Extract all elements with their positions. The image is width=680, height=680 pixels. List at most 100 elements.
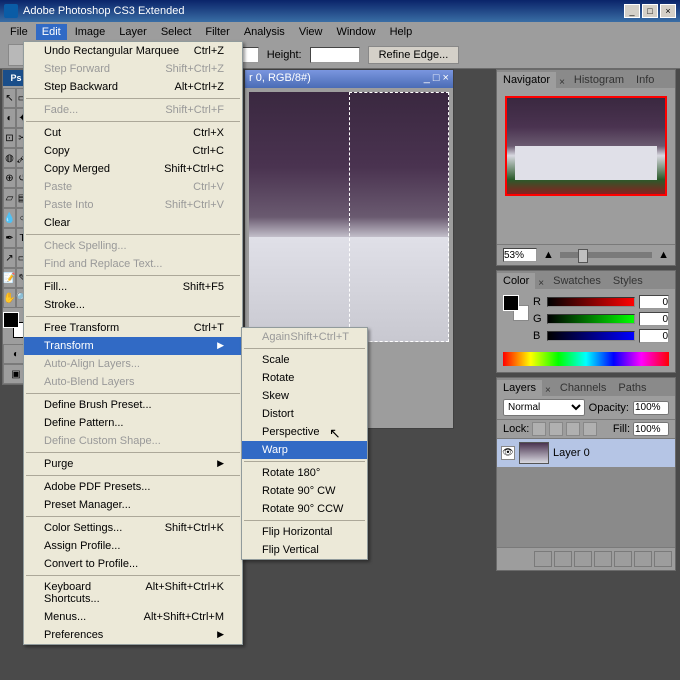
mi-auto-align[interactable]: Auto-Align Layers... [24,355,242,373]
hand-tool[interactable]: ✋ [3,288,16,308]
g-input[interactable] [639,312,669,326]
blur-tool[interactable]: 💧 [3,208,16,228]
mi-pdf-presets[interactable]: Adobe PDF Presets... [24,478,242,496]
doc-controls[interactable]: _ □ × [424,72,449,86]
lock-trans-icon[interactable] [532,422,546,436]
trash-icon[interactable] [654,551,672,567]
layer-thumbnail[interactable] [519,442,549,464]
stamp-tool[interactable]: ⊕ [3,168,16,188]
crop-tool[interactable]: ⊡ [3,128,16,148]
mi-clear[interactable]: Clear [24,214,242,232]
r-input[interactable] [639,295,669,309]
mi-undo[interactable]: Undo Rectangular MarqueeCtrl+Z [24,42,242,60]
menu-window[interactable]: Window [330,24,381,40]
blend-mode-select[interactable]: Normal [503,399,585,416]
mi-preset-manager[interactable]: Preset Manager... [24,496,242,514]
spectrum-bar[interactable] [503,352,669,366]
mi-copy[interactable]: CopyCtrl+C [24,142,242,160]
lock-pixels-icon[interactable] [549,422,563,436]
tab-paths[interactable]: Paths [612,380,652,396]
r-slider[interactable] [547,297,635,307]
mi-preferences[interactable]: Preferences▶ [24,626,242,644]
g-slider[interactable] [547,314,635,324]
tab-histogram[interactable]: Histogram [568,72,630,88]
mi-purge[interactable]: Purge▶ [24,455,242,473]
mi-cut[interactable]: CutCtrl+X [24,124,242,142]
smi-perspective[interactable]: Perspective [242,423,367,441]
adjustment-icon[interactable] [594,551,612,567]
mask-icon[interactable] [574,551,592,567]
lock-all-icon[interactable] [583,422,597,436]
mi-define-shape[interactable]: Define Custom Shape... [24,432,242,450]
mi-auto-blend[interactable]: Auto-Blend Layers [24,373,242,391]
lock-pos-icon[interactable] [566,422,580,436]
mi-copy-merged[interactable]: Copy MergedShift+Ctrl+C [24,160,242,178]
move-tool[interactable]: ↖ [3,88,16,108]
tab-channels[interactable]: Channels [554,380,612,396]
smi-rotate[interactable]: Rotate [242,369,367,387]
smi-flip-h[interactable]: Flip Horizontal [242,523,367,541]
mi-convert-profile[interactable]: Convert to Profile... [24,555,242,573]
visibility-icon[interactable]: 👁 [501,446,515,460]
close-button[interactable]: × [660,4,676,18]
maximize-button[interactable]: □ [642,4,658,18]
mi-color-settings[interactable]: Color Settings...Shift+Ctrl+K [24,519,242,537]
mi-define-brush[interactable]: Define Brush Preset... [24,396,242,414]
b-slider[interactable] [547,331,635,341]
lasso-tool[interactable]: ◐ [3,108,16,128]
tab-color[interactable]: Color [497,273,535,289]
mi-find[interactable]: Find and Replace Text... [24,255,242,273]
smi-flip-v[interactable]: Flip Vertical [242,541,367,559]
tab-info[interactable]: Info [630,72,660,88]
fx-icon[interactable] [554,551,572,567]
mi-paste[interactable]: PasteCtrl+V [24,178,242,196]
notes-tool[interactable]: 📝 [3,268,16,288]
layer-name[interactable]: Layer 0 [553,447,590,459]
smi-rotate-90ccw[interactable]: Rotate 90° CCW [242,500,367,518]
zoom-in-icon[interactable]: ▲ [658,249,669,261]
menu-analysis[interactable]: Analysis [238,24,291,40]
b-input[interactable] [639,329,669,343]
mi-define-pattern[interactable]: Define Pattern... [24,414,242,432]
tab-navigator[interactable]: Navigator [497,72,556,88]
smi-warp[interactable]: Warp [242,441,367,459]
zoom-input[interactable] [503,248,537,262]
mi-menus[interactable]: Menus...Alt+Shift+Ctrl+M [24,608,242,626]
mi-step-forward[interactable]: Step ForwardShift+Ctrl+Z [24,60,242,78]
menu-image[interactable]: Image [69,24,112,40]
mi-keyboard-shortcuts[interactable]: Keyboard Shortcuts...Alt+Shift+Ctrl+K [24,578,242,608]
pen-tool[interactable]: ✒ [3,228,16,248]
mi-step-backward[interactable]: Step BackwardAlt+Ctrl+Z [24,78,242,96]
menu-layer[interactable]: Layer [113,24,153,40]
link-icon[interactable] [534,551,552,567]
mi-free-transform[interactable]: Free TransformCtrl+T [24,319,242,337]
minimize-button[interactable]: _ [624,4,640,18]
fill-input[interactable] [633,422,669,436]
heal-tool[interactable]: ◍ [3,148,16,168]
tab-swatches[interactable]: Swatches [547,273,607,289]
navigator-thumbnail[interactable] [505,96,667,196]
menu-view[interactable]: View [293,24,329,40]
mi-fill[interactable]: Fill...Shift+F5 [24,278,242,296]
smi-rotate-90cw[interactable]: Rotate 90° CW [242,482,367,500]
menu-file[interactable]: File [4,24,34,40]
smi-scale[interactable]: Scale [242,351,367,369]
smi-rotate-180[interactable]: Rotate 180° [242,464,367,482]
eraser-tool[interactable]: ▱ [3,188,16,208]
path-tool[interactable]: ↗ [3,248,16,268]
mi-fade[interactable]: Fade...Shift+Ctrl+F [24,101,242,119]
menu-filter[interactable]: Filter [199,24,235,40]
smi-distort[interactable]: Distort [242,405,367,423]
mi-transform[interactable]: Transform▶ [24,337,242,355]
menu-help[interactable]: Help [384,24,419,40]
zoom-out-icon[interactable]: ▲ [543,249,554,261]
refine-edge-button[interactable]: Refine Edge... [368,46,460,64]
fg-bg-swatch[interactable] [503,295,529,321]
mi-spelling[interactable]: Check Spelling... [24,237,242,255]
height-input[interactable] [310,47,360,63]
zoom-slider[interactable] [560,252,652,258]
new-layer-icon[interactable] [634,551,652,567]
smi-again[interactable]: AgainShift+Ctrl+T [242,328,367,346]
menu-edit[interactable]: Edit [36,24,67,40]
mi-paste-into[interactable]: Paste IntoShift+Ctrl+V [24,196,242,214]
